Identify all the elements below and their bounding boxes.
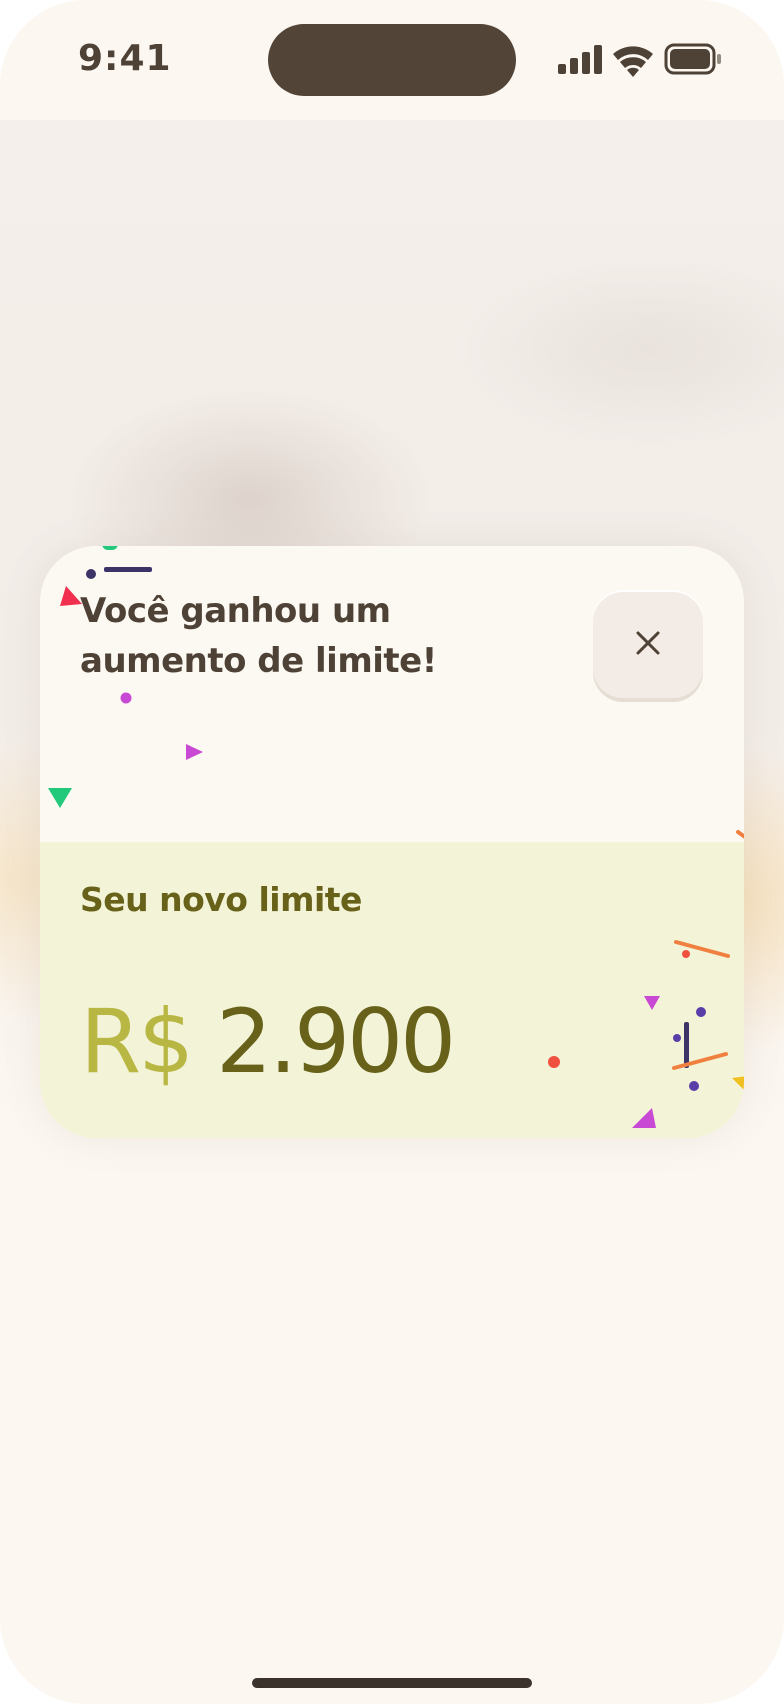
new-limit-panel: Seu novo limite R$ 2.900	[40, 842, 744, 1138]
status-time: 9:41	[78, 38, 172, 79]
close-button[interactable]	[593, 590, 703, 698]
limit-label: Seu novo limite	[80, 880, 362, 919]
close-icon	[636, 631, 660, 655]
phone-screen: 9:41 Você ganhou um aumento de limite! S…	[0, 0, 784, 1704]
battery-icon	[664, 43, 721, 75]
status-bar: 9:41	[0, 0, 784, 120]
limit-amount: R$ 2.900	[80, 990, 456, 1093]
wifi-icon	[613, 46, 653, 77]
status-icons	[556, 40, 726, 80]
modal-header: Você ganhou um aumento de limite!	[40, 546, 744, 842]
home-indicator[interactable]	[252, 1678, 532, 1688]
currency-symbol: R$	[80, 990, 194, 1093]
limit-value: 2.900	[216, 990, 456, 1093]
limit-increase-modal: Você ganhou um aumento de limite! Seu no…	[40, 546, 744, 1138]
modal-title: Você ganhou um aumento de limite!	[80, 591, 437, 681]
cellular-signal-icon	[558, 45, 602, 74]
dynamic-island	[268, 24, 516, 96]
